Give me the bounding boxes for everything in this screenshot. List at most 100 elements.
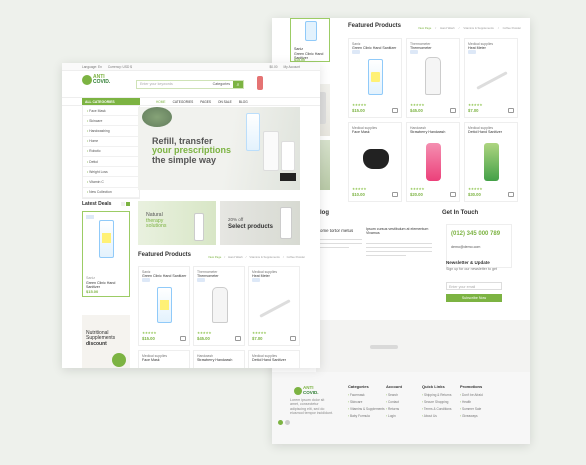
sidebar-item[interactable]: Dettol xyxy=(83,157,139,168)
featured-title: Featured Products xyxy=(348,23,402,29)
product-name[interactable]: Strawberry Handwash xyxy=(410,130,445,134)
add-to-cart-icon[interactable] xyxy=(508,192,514,197)
supplements-promo[interactable]: Nutritional Supplements discount xyxy=(82,315,130,368)
tab-view-page[interactable]: View Page xyxy=(208,255,221,259)
product-price: $10.00 xyxy=(352,192,365,197)
add-to-cart-icon[interactable] xyxy=(508,108,514,113)
product-price: $45.00 xyxy=(410,108,423,113)
product-card[interactable]: Medical supplies Dettol Hand Sanitizer ★★… xyxy=(464,122,518,202)
footer-logo: ANTI COVID. xyxy=(294,385,319,395)
category-select[interactable]: Categories xyxy=(213,82,233,86)
sidebar-item[interactable]: Handwashing xyxy=(83,126,139,137)
select-products-banner[interactable]: 20% off Select products xyxy=(220,201,300,245)
product-card[interactable]: Saniz Green Clinic Hand Sanitizer ★★★★★ $… xyxy=(348,38,402,118)
deal-product-card[interactable]: Saniz Green Clinic Hand Sanitizer $15.00 xyxy=(82,211,130,297)
sidebar-item[interactable]: Face Mask xyxy=(83,106,139,117)
contact-phone[interactable]: (012) 345 000 789 xyxy=(451,231,500,237)
nav-blog[interactable]: BLOG xyxy=(239,100,248,104)
hero-product-box xyxy=(263,131,279,171)
add-to-cart-icon[interactable] xyxy=(290,336,296,341)
tab-vitamins[interactable]: Vitamins & Supplements xyxy=(463,26,493,30)
sidebar-item[interactable]: Weight Loss xyxy=(83,167,139,178)
product-name[interactable]: Face Mask xyxy=(142,358,167,362)
next-arrow-icon[interactable] xyxy=(126,202,130,206)
subscribe-button[interactable]: Subscribe Now xyxy=(446,294,502,302)
thermometer-image xyxy=(425,57,441,95)
blog-post-title[interactable]: ome tortor metus xyxy=(320,228,360,233)
banner1-text: Natural therapy solutions xyxy=(146,212,167,230)
banner2-product xyxy=(280,207,292,239)
sidebar-item[interactable]: Robotic xyxy=(83,147,139,157)
product-name[interactable]: Dettol Hand Sanitizer xyxy=(468,130,502,134)
product-price: $30.00 xyxy=(468,192,481,197)
tab-hand-wash[interactable]: Hand Wash xyxy=(228,255,243,259)
product-image xyxy=(368,59,383,95)
tab-hand-wash[interactable]: Hand Wash xyxy=(440,26,455,30)
add-to-cart-icon[interactable] xyxy=(392,108,398,113)
brand-strip xyxy=(316,320,530,372)
product-name[interactable]: Face Mask xyxy=(352,130,377,134)
add-to-cart-icon[interactable] xyxy=(235,336,241,341)
partner-logo xyxy=(370,345,398,349)
hero-product-label xyxy=(280,173,296,181)
add-to-cart-icon[interactable] xyxy=(392,192,398,197)
newsletter-email-input[interactable]: Enter your email xyxy=(446,282,502,290)
product-card[interactable]: Medical supplies Face Mask xyxy=(138,350,190,368)
hero-product-box-2 xyxy=(281,141,295,171)
add-to-cart-icon[interactable] xyxy=(180,336,186,341)
product-name[interactable]: Dettol Hand Sanitizer xyxy=(252,358,286,362)
sidebar-item[interactable]: New Collection xyxy=(83,188,139,198)
product-name[interactable]: Strawberry Handwash xyxy=(197,358,232,362)
my-account-link[interactable]: My Account xyxy=(284,65,300,69)
product-card[interactable]: Medical supplies Heat Meter ★★★★★ $7.00 xyxy=(248,266,300,346)
tab-view-page[interactable]: View Page xyxy=(418,26,431,30)
sanitizer-image xyxy=(484,143,499,181)
nav-home[interactable]: HOME xyxy=(156,100,166,104)
footer: ANTI COVID. Lorem ipsum dolor sit amet, c… xyxy=(272,372,530,444)
product-card[interactable]: Saniz Green Clinic Hand Sanitizer ★★★★★ $… xyxy=(138,266,190,346)
search-input[interactable]: Enter your keywords xyxy=(137,82,213,86)
site-logo[interactable]: ANTI COVID. xyxy=(82,75,110,85)
add-to-cart-icon[interactable] xyxy=(450,192,456,197)
sidebar-item[interactable]: Vitamin C xyxy=(83,177,139,188)
newsletter-title: Newsletter & Update xyxy=(446,260,490,265)
facebook-icon[interactable] xyxy=(278,420,283,425)
natural-therapy-banner[interactable]: Natural therapy solutions xyxy=(138,201,216,245)
all-categories-button[interactable]: ALL CATEGORIES xyxy=(82,98,140,105)
add-to-cart-icon[interactable] xyxy=(450,108,456,113)
footer-about: Lorem ipsum dolor sit amet, consectetur … xyxy=(290,398,333,415)
hero-banner[interactable]: Refill, transfer your prescriptions the … xyxy=(138,107,300,190)
prev-arrow-icon[interactable] xyxy=(121,202,125,206)
nav-on-sale[interactable]: ON SALE xyxy=(218,100,232,104)
blog-post-title-2[interactable]: Ipsum cursus vestibulum at elementum Viva… xyxy=(366,227,436,236)
language-selector[interactable]: Language: En xyxy=(82,65,102,69)
product-card[interactable]: Medical supplies Dettol Hand Sanitizer xyxy=(248,350,300,368)
nav-pages[interactable]: PAGES xyxy=(200,100,211,104)
product-card[interactable]: Thermometer Thermometer ★★★★★ $45.00 xyxy=(406,38,460,118)
blog-post-excerpt-2 xyxy=(366,240,432,290)
tab-vitamins[interactable]: Vitamins & Supplements xyxy=(249,255,279,259)
tab-coffee[interactable]: Coffee Powder xyxy=(503,26,521,30)
search-button[interactable]: ⌕ xyxy=(233,81,243,88)
footer-col-account: Account SearchContactReturnsLogin xyxy=(386,384,402,421)
product-card-cropped[interactable]: Saniz Green Clinic Hand Sanitizer $15.00 xyxy=(290,18,330,62)
nav-categories[interactable]: CATEGORIES xyxy=(173,100,194,104)
product-card[interactable]: Thermometer Thermometer ★★★★★ $45.00 xyxy=(193,266,245,346)
heat-meter-image xyxy=(476,71,508,90)
product-card[interactable]: Handwash Strawberry Handwash xyxy=(193,350,245,368)
product-card[interactable]: Medical supplies Heat Meter ★★★★★ $7.00 xyxy=(464,38,518,118)
sidebar-item[interactable]: Skincare xyxy=(83,116,139,127)
currency-selector[interactable]: Currency: USD $ xyxy=(108,65,132,69)
twitter-icon[interactable] xyxy=(285,420,290,425)
main-nav: ALL CATEGORIES HOME CATEGORIES PAGES ON … xyxy=(62,97,320,106)
footer-col-categories: Categories FacemaskSkincareVitamins & Su… xyxy=(348,384,385,421)
product-card[interactable]: Medical supplies Face Mask ★★★★★ $10.00 xyxy=(348,122,402,202)
product-card[interactable]: Handwash Strawberry Handwash ★★★★★ $20.00 xyxy=(406,122,460,202)
tab-coffee[interactable]: Coffee Powder xyxy=(287,255,305,259)
product-price: $7.00 xyxy=(252,336,263,341)
contact-email[interactable]: demo@demo.com xyxy=(451,245,480,249)
heat-meter-image xyxy=(259,299,291,318)
product-price: $45.00 xyxy=(197,336,210,341)
sidebar-item[interactable]: Home xyxy=(83,137,139,147)
featured-tabs: View Page / Hand Wash / Vitamins & Supplem… xyxy=(208,255,306,259)
